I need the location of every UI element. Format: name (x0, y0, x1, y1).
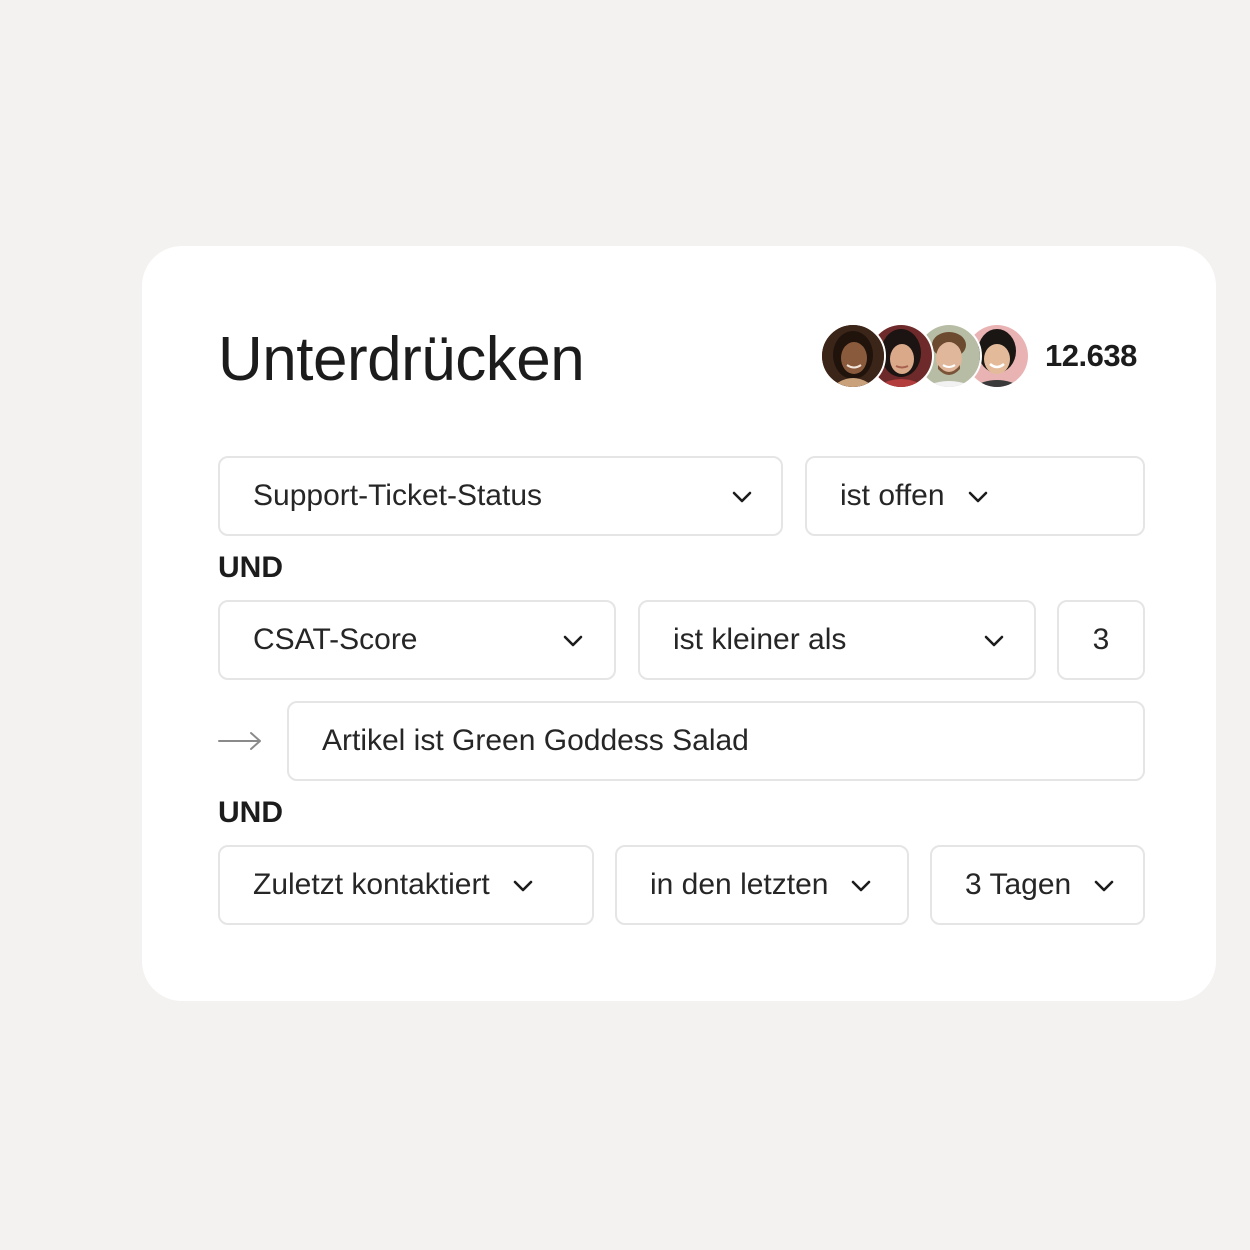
value-dropdown-3-tagen[interactable]: 3 Tagen (930, 845, 1145, 925)
dropdown-value: Support-Ticket-Status (253, 479, 542, 512)
dropdown-value: ist offen (840, 479, 945, 512)
attribute-dropdown-zuletzt-kontaktiert[interactable]: Zuletzt kontaktiert (218, 845, 594, 925)
dropdown-value: CSAT-Score (253, 623, 418, 656)
chevron-down-icon (984, 635, 1004, 647)
panel-title: Unterdrücken (218, 325, 585, 394)
arrow-right-icon (218, 732, 261, 750)
audience-avatars (820, 323, 1030, 389)
chevron-down-icon (1094, 880, 1114, 892)
chevron-down-icon (968, 491, 987, 503)
dropdown-value: Zuletzt kontaktiert (253, 868, 490, 901)
chevron-down-icon (732, 491, 752, 503)
suppression-panel: Unterdrücken 12.638 Support-Ticket-Statu… (142, 246, 1216, 1001)
chevron-down-icon (852, 880, 871, 892)
subcondition-field[interactable]: Artikel ist Green Goddess Salad (287, 701, 1145, 781)
avatar (820, 323, 886, 389)
chevron-down-icon (563, 635, 583, 647)
audience-count: 12.638 (1045, 338, 1137, 373)
connector-and: UND (218, 551, 283, 584)
chevron-down-icon (513, 880, 533, 892)
dropdown-value: 3 Tagen (965, 868, 1072, 901)
operator-dropdown-ist-offen[interactable]: ist offen (805, 456, 1145, 536)
value-input-csat[interactable]: 3 (1057, 600, 1145, 680)
attribute-dropdown-support-ticket-status[interactable]: Support-Ticket-Status (218, 456, 783, 536)
input-value: 3 (1092, 623, 1110, 656)
dropdown-value: in den letzten (650, 868, 829, 901)
subcondition-text: Artikel ist Green Goddess Salad (322, 724, 749, 757)
operator-dropdown-ist-kleiner-als[interactable]: ist kleiner als (638, 600, 1036, 680)
attribute-dropdown-csat-score[interactable]: CSAT-Score (218, 600, 616, 680)
connector-and: UND (218, 796, 283, 829)
dropdown-value: ist kleiner als (673, 623, 847, 656)
operator-dropdown-in-den-letzten[interactable]: in den letzten (615, 845, 909, 925)
